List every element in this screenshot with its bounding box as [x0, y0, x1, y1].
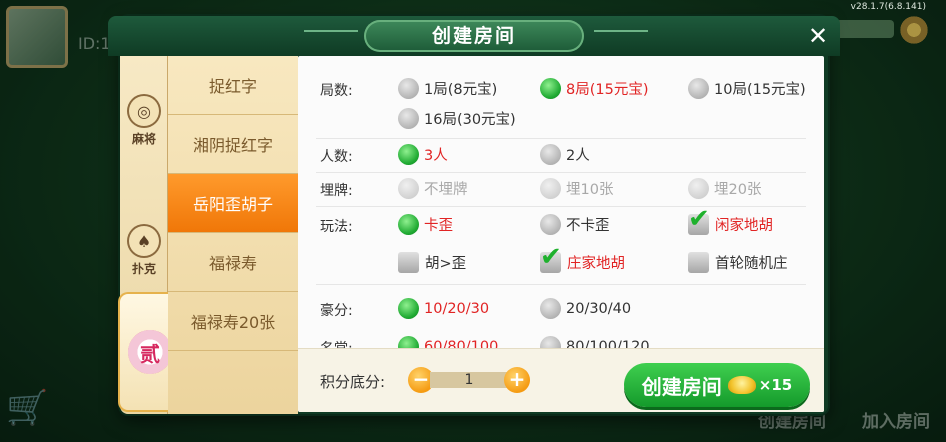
create-room-dialog: 创建房间 ✕ ◎ 麻将 ♠ 扑克 贰 捉红字 湘阴捉红字 岳阳歪胡子 福禄寿 福…: [108, 16, 840, 414]
radio-icon: [540, 298, 561, 319]
checkbox-checked-icon: [688, 204, 710, 235]
version-label: v28.1.7(6.8.141): [850, 2, 926, 12]
bg-join-room-label: 加入房间: [862, 412, 930, 432]
dialog-title: 创建房间: [364, 20, 584, 52]
mingtang-option[interactable]: 80/100/120: [540, 336, 650, 348]
radio-selected-icon: [398, 144, 419, 165]
avatar: [6, 6, 68, 68]
category-mahjong-label: 麻将: [131, 132, 156, 146]
bury-option[interactable]: 埋10张: [540, 178, 613, 199]
radio-icon: [398, 78, 419, 99]
game-item-active[interactable]: 岳阳歪胡子: [168, 174, 298, 233]
category-column: ◎ 麻将 ♠ 扑克 贰: [118, 56, 184, 414]
close-button[interactable]: ✕: [806, 24, 830, 48]
bury-option[interactable]: 埋20张: [688, 178, 761, 199]
category-poker[interactable]: ♠ 扑克: [120, 224, 168, 277]
category-mahjong[interactable]: ◎ 麻将: [120, 94, 168, 147]
play-option[interactable]: 不卡歪: [540, 214, 610, 235]
gear-icon: [898, 14, 930, 46]
game-item[interactable]: 福禄寿: [168, 233, 298, 292]
background-top-button: [836, 20, 894, 38]
game-item[interactable]: 福禄寿20张: [168, 292, 298, 351]
base-score-label: 积分底分:: [320, 373, 386, 391]
radio-selected-icon: [398, 214, 419, 235]
checkbox-idle-earth-hu[interactable]: 闲家地胡: [688, 204, 773, 235]
game-list: 捉红字 湘阴捉红字 岳阳歪胡子 福禄寿 福禄寿20张: [168, 56, 298, 414]
category-poker-label: 扑克: [131, 262, 156, 276]
score-option-selected[interactable]: 10/20/30: [398, 298, 489, 319]
title-ornament-right: [594, 30, 648, 32]
game-item[interactable]: 捉红字: [168, 56, 298, 115]
checkbox-checked-icon: [540, 242, 562, 273]
spade-icon: ♠: [127, 224, 161, 258]
mingtang-label: 名堂:: [320, 338, 353, 348]
checkbox-icon: [688, 252, 709, 273]
options-panel: 局数: 1局(8元宝) 8局(15元宝) 10局(15元宝) 16局(30元宝)…: [298, 56, 824, 412]
rounds-option[interactable]: 10局(15元宝): [688, 78, 806, 99]
dialog-title-bar: 创建房间 ✕: [108, 16, 840, 56]
rounds-option[interactable]: 1局(8元宝): [398, 78, 497, 99]
radio-icon: [398, 108, 419, 129]
create-room-label: 创建房间: [641, 374, 722, 399]
radio-selected-icon: [398, 298, 419, 319]
base-score-stepper: − 1 +: [408, 367, 530, 393]
radio-selected-icon: [540, 78, 561, 99]
plus-button[interactable]: +: [504, 367, 530, 393]
radio-selected-icon: [398, 336, 419, 348]
radio-icon: [540, 336, 561, 348]
divider: [316, 284, 806, 285]
radio-icon: [398, 178, 419, 199]
cart-icon: 🛒: [6, 388, 49, 428]
checkbox-icon: [398, 252, 419, 273]
category-badge-icon: 贰: [128, 330, 172, 374]
divider: [316, 138, 806, 139]
divider: [316, 206, 806, 207]
divider: [316, 172, 806, 173]
checkbox-hu-gt-wai[interactable]: 胡>歪: [398, 252, 466, 273]
mingtang-option[interactable]: 60/80/100: [398, 336, 498, 348]
checkbox-dealer-earth-hu[interactable]: 庄家地胡: [540, 242, 625, 273]
rounds-label: 局数:: [320, 83, 353, 99]
players-option-selected[interactable]: 3人: [398, 144, 448, 165]
cost-label: ×15: [758, 376, 793, 394]
players-label: 人数:: [320, 149, 353, 165]
radio-icon: [688, 78, 709, 99]
radio-icon: [540, 144, 561, 165]
bottom-bar: 积分底分: − 1 + 创建房间 ×15: [298, 348, 824, 412]
title-ornament-left: [304, 30, 358, 32]
gold-ingot-icon: [727, 376, 756, 394]
rounds-option[interactable]: 16局(30元宝): [398, 108, 516, 129]
bury-option[interactable]: 不埋牌: [398, 178, 468, 199]
game-item[interactable]: 湘阴捉红字: [168, 115, 298, 174]
score-option[interactable]: 20/30/40: [540, 298, 631, 319]
mahjong-icon: ◎: [127, 94, 161, 128]
radio-icon: [540, 214, 561, 235]
play-option-selected[interactable]: 卡歪: [398, 214, 453, 235]
radio-icon: [540, 178, 561, 199]
bury-label: 埋牌:: [320, 183, 353, 199]
create-room-button[interactable]: 创建房间 ×15: [624, 363, 810, 407]
players-option[interactable]: 2人: [540, 144, 590, 165]
base-score-value: 1: [430, 372, 508, 388]
rounds-option-selected[interactable]: 8局(15元宝): [540, 78, 649, 99]
play-label: 玩法:: [320, 219, 353, 235]
score-label: 豪分:: [320, 303, 353, 319]
options-scroll-area[interactable]: 局数: 1局(8元宝) 8局(15元宝) 10局(15元宝) 16局(30元宝)…: [298, 56, 824, 348]
checkbox-random-dealer[interactable]: 首轮随机庄: [688, 252, 788, 273]
radio-icon: [688, 178, 709, 199]
